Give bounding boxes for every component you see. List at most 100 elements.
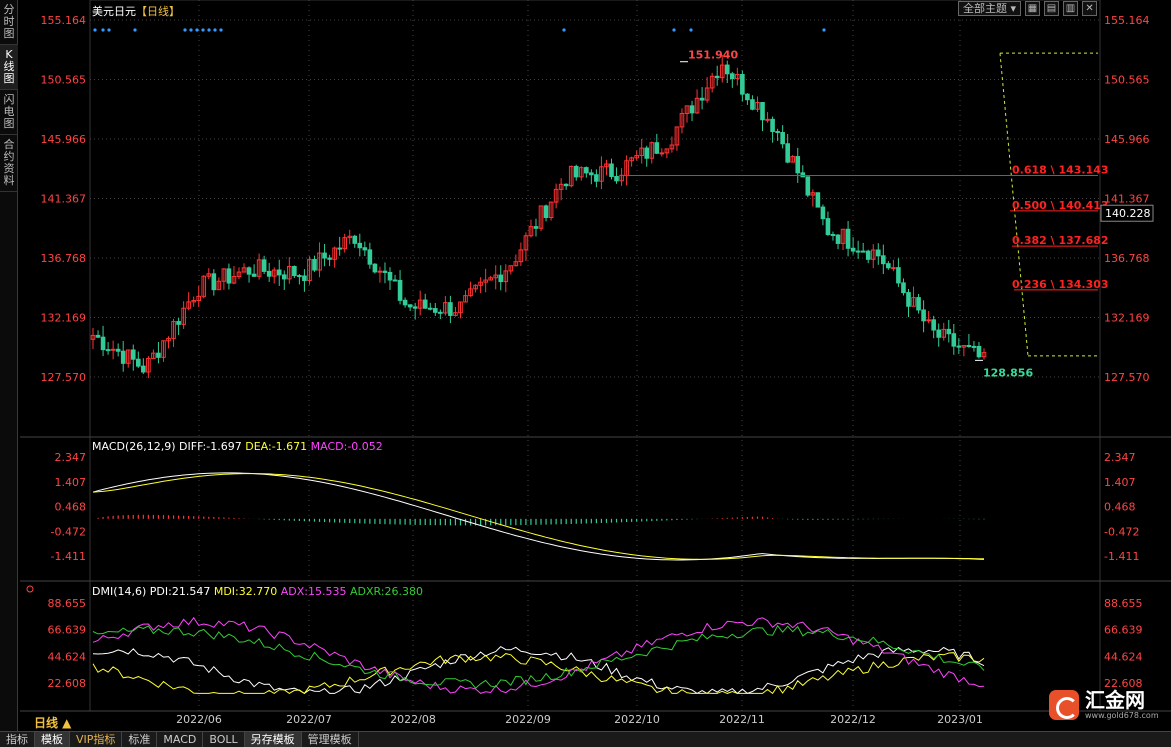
candle-body <box>176 321 181 325</box>
logo: 汇金网 www.gold678.com <box>1049 689 1159 720</box>
candle-body <box>740 73 745 95</box>
candle-body <box>644 147 650 159</box>
candle <box>709 72 715 93</box>
candle <box>347 229 353 245</box>
price-tick-right-2: 145.966 <box>1104 133 1150 146</box>
candle <box>181 301 186 329</box>
dmi-legend: DMI(14,6) PDI:21.547 MDI:32.770 ADX:15.5… <box>92 585 423 598</box>
candle <box>931 315 936 339</box>
candle <box>136 351 141 368</box>
date-tick-7: 2023/01 <box>937 713 983 726</box>
candle <box>714 65 720 86</box>
candle-body <box>110 348 116 351</box>
event-dot <box>107 28 111 32</box>
candle <box>251 264 257 277</box>
event-dot <box>189 28 193 32</box>
bottom-tab-4[interactable]: MACD <box>157 732 204 747</box>
candle <box>513 254 519 267</box>
candle <box>760 101 765 132</box>
candle-body <box>931 319 936 331</box>
candle-body <box>916 297 921 311</box>
candle <box>875 243 881 265</box>
candle-body <box>926 319 931 322</box>
candle <box>151 349 156 359</box>
candle-body <box>251 273 257 277</box>
bottom-tab-5[interactable]: BOLL <box>203 732 245 747</box>
theme-select[interactable]: 全部主题 ▾ <box>958 1 1022 16</box>
candle <box>971 340 977 352</box>
candle <box>382 262 388 284</box>
candle <box>573 164 579 181</box>
candle <box>458 301 463 319</box>
period-switch[interactable]: 日线 ▲ <box>34 714 71 731</box>
macd-tick-right-4: -1.411 <box>1104 550 1139 563</box>
candle <box>146 356 151 379</box>
list-view-icon[interactable]: ▤ <box>1044 1 1060 16</box>
candle-body <box>805 176 811 196</box>
candle-body <box>100 336 106 351</box>
candle-body <box>971 345 977 348</box>
event-dot <box>133 28 137 32</box>
candle <box>649 141 655 164</box>
candle <box>654 133 660 155</box>
candle <box>130 344 136 371</box>
candle <box>634 150 639 161</box>
candle <box>110 340 116 360</box>
candle <box>553 183 559 209</box>
date-tick-1: 2022/07 <box>286 713 332 726</box>
candle <box>292 265 297 279</box>
candle-body <box>946 328 952 335</box>
chart-canvas[interactable]: 151.940 128.856 0.618 \ 143.143 0.500 \ 140… <box>0 0 1171 731</box>
bottom-tab-1[interactable]: 模板 <box>35 732 70 747</box>
candle <box>538 205 544 232</box>
candle-body <box>312 258 317 271</box>
candle <box>241 263 247 273</box>
candle <box>755 96 760 113</box>
candle <box>825 211 831 236</box>
candle-body <box>337 247 342 250</box>
bottom-tab-6[interactable]: 另存模板 <box>244 732 302 747</box>
candle-body <box>372 263 378 273</box>
candle-body <box>820 206 826 220</box>
bottom-tab-7[interactable]: 管理模板 <box>302 732 359 747</box>
candle <box>835 234 841 250</box>
grid-view-icon[interactable]: ▦ <box>1025 1 1041 16</box>
bottom-tab-3[interactable]: 标准 <box>122 732 158 747</box>
candle-body <box>115 348 121 352</box>
macd-tick-left-0: 2.347 <box>55 451 87 464</box>
price-tick-right-3: 141.367 <box>1104 193 1150 206</box>
dmi-mdi-line <box>92 652 985 695</box>
candle-body <box>397 279 403 301</box>
dmi-mdi: MDI:32.770 <box>213 585 278 598</box>
candle-body <box>322 252 327 259</box>
candle <box>921 300 926 333</box>
close-icon[interactable]: ✕ <box>1082 1 1098 16</box>
candle <box>367 242 373 269</box>
date-tick-3: 2022/09 <box>505 713 551 726</box>
candle-body <box>886 263 891 269</box>
candle <box>427 302 433 311</box>
macd-diff: DIFF:-1.697 <box>179 440 242 453</box>
bottom-tab-2[interactable]: VIP指标 <box>70 732 123 747</box>
candle <box>855 240 861 259</box>
candle <box>563 183 569 190</box>
candle <box>815 192 821 208</box>
bottom-toolbar: 指标 模板 VIP指标 标准 MACD BOLL 另存模板 管理模板 <box>0 731 1171 747</box>
candle <box>941 322 947 341</box>
split-view-icon[interactable]: ▥ <box>1063 1 1079 16</box>
candle-body <box>533 226 539 229</box>
candle <box>961 345 967 357</box>
candle <box>448 295 453 324</box>
candle <box>745 93 750 105</box>
candle <box>830 231 836 241</box>
dmi-adx: ADX:15.535 <box>280 585 347 598</box>
candle <box>750 95 755 111</box>
candle <box>115 343 121 357</box>
candle-body <box>95 334 101 338</box>
candle <box>558 178 564 201</box>
candle <box>397 270 403 305</box>
bottom-tab-0[interactable]: 指标 <box>0 732 35 747</box>
fib-label-1: 0.500 \ 140.413 <box>1012 199 1109 212</box>
candle <box>261 255 267 275</box>
candle <box>302 269 307 292</box>
